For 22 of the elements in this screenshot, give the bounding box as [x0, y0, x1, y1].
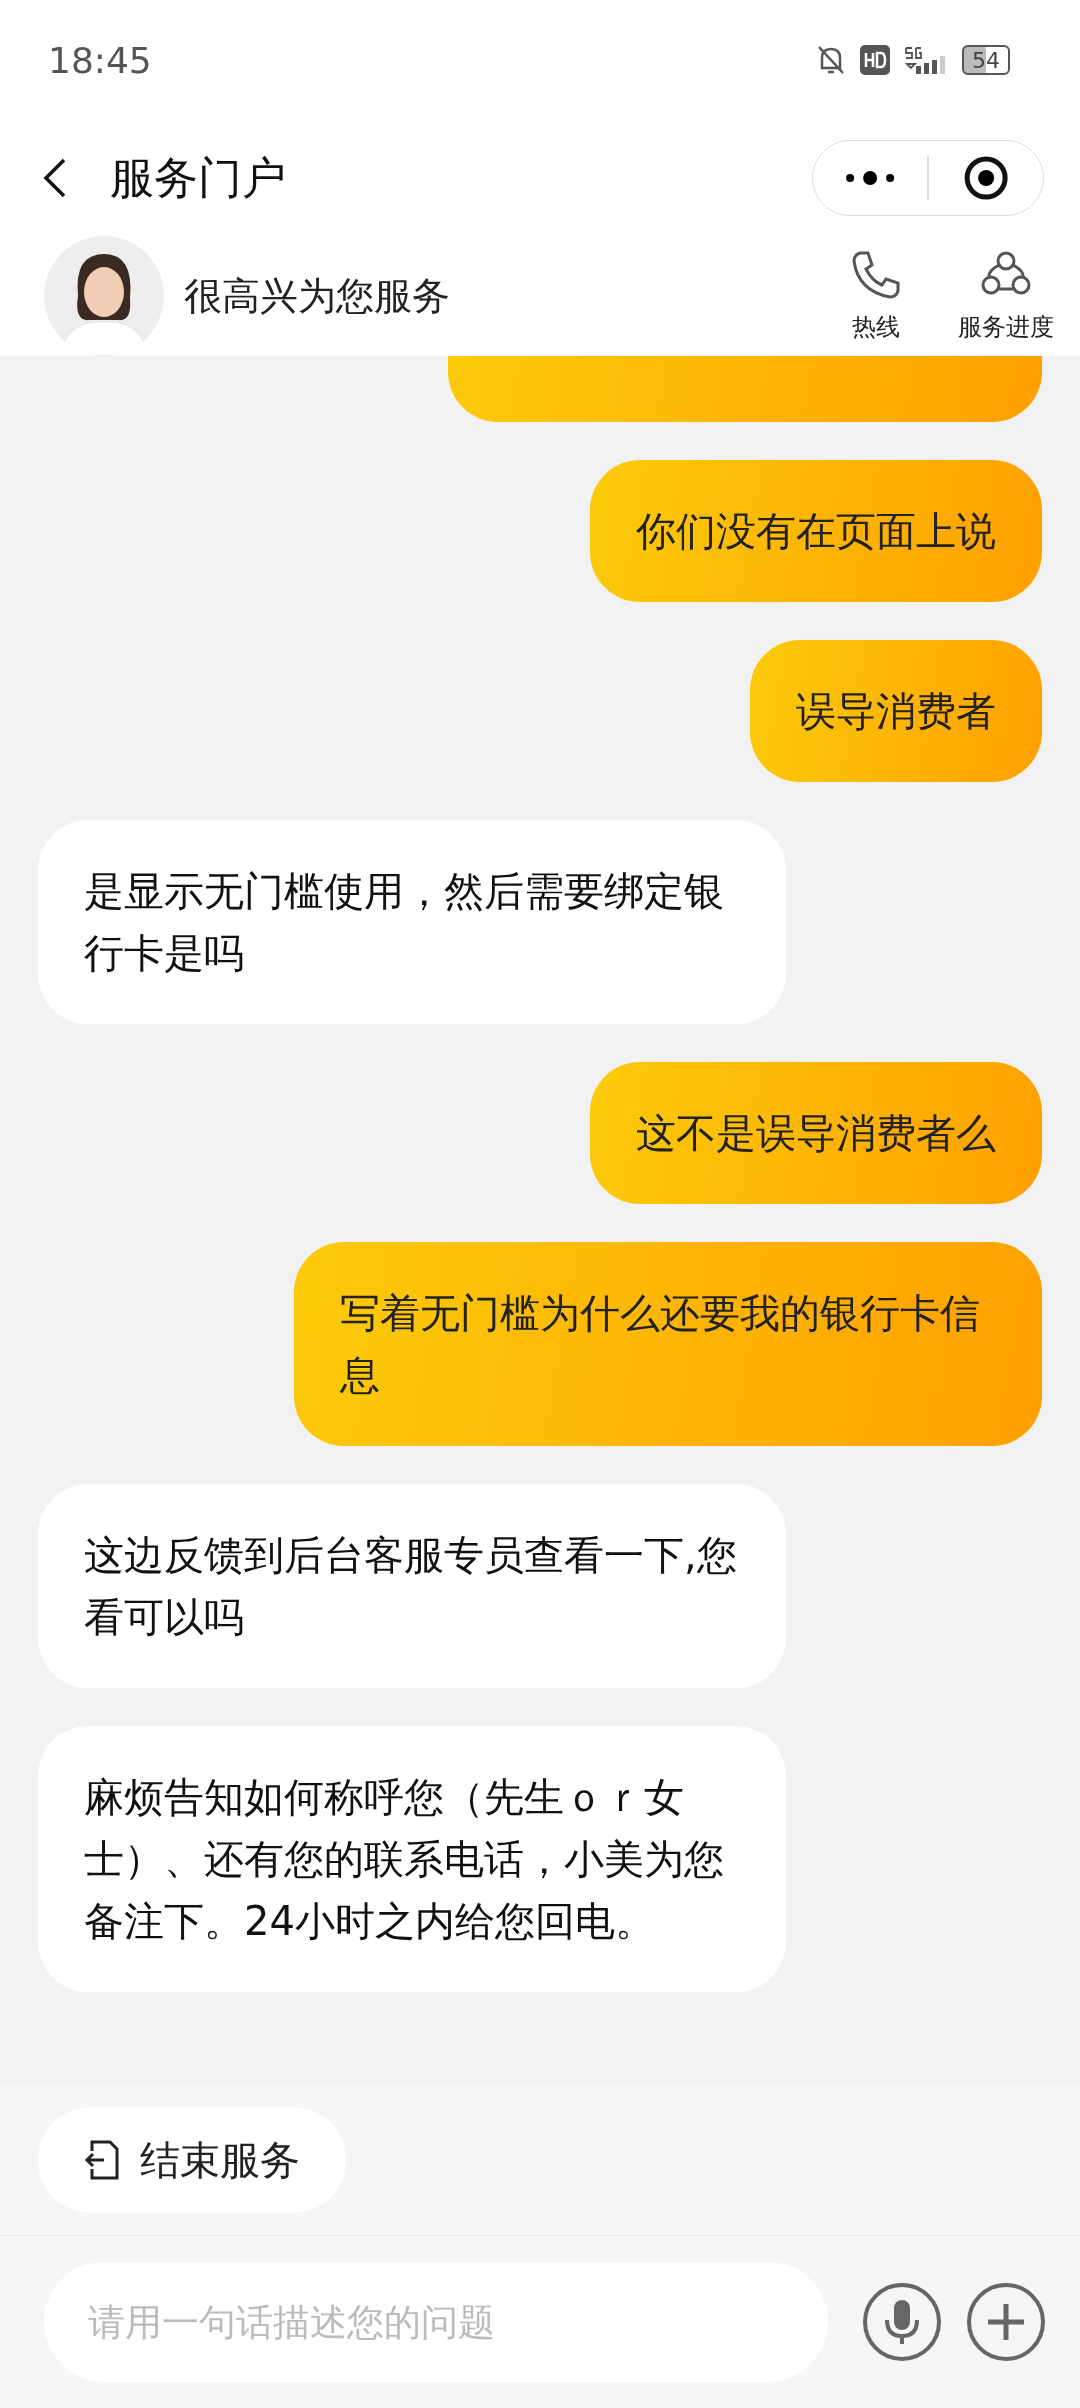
- phone-button[interactable]: 热线: [846, 249, 906, 343]
- mute-icon: [816, 44, 846, 76]
- message-bubble: 写着无门槛为什么还要我的银行卡信息: [294, 1242, 1042, 1446]
- page-title: 服务门户: [110, 150, 287, 205]
- progress-button[interactable]: 服务进度: [954, 249, 1058, 343]
- status-time: 18:45: [48, 39, 152, 81]
- message-bubble: 是显示无门槛使用，然后需要绑定银行卡是吗: [38, 820, 786, 1024]
- hd-icon: [860, 45, 890, 75]
- message-bubble: 这不是误导消费者么: [590, 1062, 1042, 1204]
- battery-icon: 54: [962, 45, 1010, 75]
- signal-icon: [904, 44, 948, 76]
- end-service-button[interactable]: 结束服务: [38, 2107, 346, 2213]
- message-bubble: 误导消费者: [750, 640, 1042, 782]
- microphone-button[interactable]: [862, 2282, 942, 2362]
- message-bubble: 这边反馈到后台客服专员查看一下,您看可以吗: [38, 1484, 786, 1688]
- add-button[interactable]: [966, 2282, 1046, 2362]
- exit-icon: [84, 2139, 120, 2181]
- message-input[interactable]: 请用一句话描述您的问题: [44, 2262, 828, 2382]
- greeting-text: 很高兴为您服务: [184, 272, 451, 320]
- message-bubble: 你们没有在页面上说: [590, 460, 1042, 602]
- phone-icon: [850, 249, 902, 301]
- message-bubble: 麻烦告知如何称呼您（先生ｏｒ女士）、还有您的联系电话，小美为您备注下。24小时之内给您回电。: [38, 1726, 786, 1992]
